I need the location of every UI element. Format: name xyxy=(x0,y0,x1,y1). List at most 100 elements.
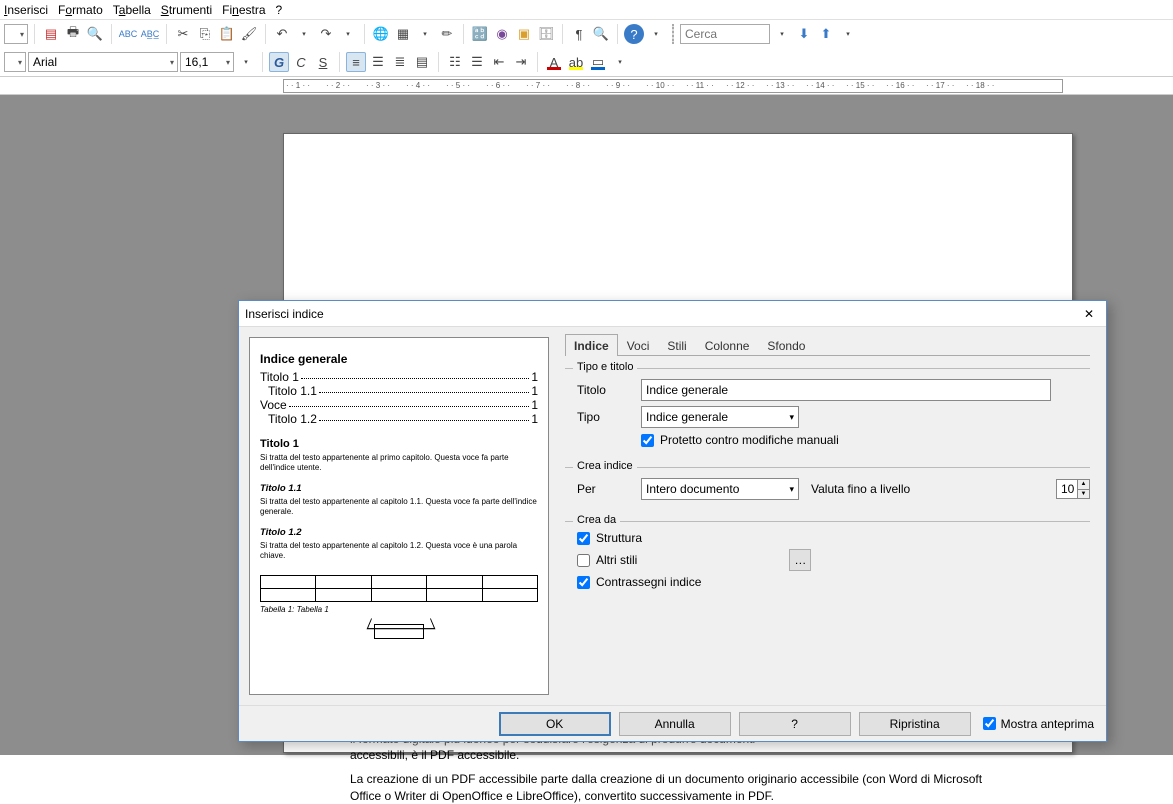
style-dropdown[interactable] xyxy=(4,52,26,72)
preview-document: Indice generale Titolo 11Titolo 1.11Voce… xyxy=(249,337,549,695)
pdf-icon[interactable]: ▤ xyxy=(41,24,61,44)
tab-stili[interactable]: Stili xyxy=(658,334,695,356)
table-grid-icon[interactable]: ▦ xyxy=(393,24,413,44)
ok-button[interactable]: OK xyxy=(499,712,611,736)
paste-icon[interactable]: 📋 xyxy=(217,24,237,44)
nonprinting-icon[interactable]: ¶ xyxy=(569,24,589,44)
input-titolo[interactable] xyxy=(641,379,1051,401)
menu-bar: IInseriscinserisci Formato Tabella Strum… xyxy=(0,0,1173,20)
font-dropdown[interactable]: Arial xyxy=(28,52,178,72)
label-altri-stili: Altri stili xyxy=(596,553,637,567)
underline-button[interactable]: S xyxy=(313,52,333,72)
decrease-indent-icon[interactable]: ⇤ xyxy=(489,52,509,72)
help-button[interactable]: ? xyxy=(739,712,851,736)
search-down-icon[interactable]: ⬇ xyxy=(794,24,814,44)
ruler-tick: · · 17 · · xyxy=(926,81,954,90)
navigator-icon[interactable]: ◉ xyxy=(492,24,512,44)
preview-h1-text: Si tratta del testo appartenente al prim… xyxy=(260,453,538,473)
hyperlink-icon[interactable]: 🌐 xyxy=(371,24,391,44)
align-justify-icon[interactable]: ▤ xyxy=(412,52,432,72)
ruler-tick: · · 11 · · xyxy=(686,81,714,90)
table-dropdown-icon[interactable]: ▾ xyxy=(415,24,435,44)
preview-toc-line: Voce1 xyxy=(260,398,538,412)
checkbox-contrassegni[interactable] xyxy=(577,576,590,589)
numbered-list-icon[interactable]: ☷ xyxy=(445,52,465,72)
preview-image-placeholder xyxy=(374,624,424,639)
align-center-icon[interactable]: ☰ xyxy=(368,52,388,72)
button-altri-stili-ellipsis[interactable]: … xyxy=(789,549,811,571)
cut-icon[interactable]: ✂ xyxy=(173,24,193,44)
toolbar-menu-icon[interactable]: ▾ xyxy=(838,24,858,44)
checkbox-protetto[interactable] xyxy=(641,434,654,447)
size-dropdown[interactable]: 16,1 xyxy=(180,52,234,72)
undo-dropdown-icon[interactable]: ▾ xyxy=(294,24,314,44)
dialog-button-bar: OK Annulla ? Ripristina Mostra anteprima xyxy=(239,705,1106,741)
document-workspace: il formato digitale più idoneo per soddi… xyxy=(0,95,1173,755)
tab-sfondo[interactable]: Sfondo xyxy=(758,334,814,356)
search-up-icon[interactable]: ⬆ xyxy=(816,24,836,44)
gallery-icon[interactable]: ▣ xyxy=(514,24,534,44)
settings-pane: Indice Voci Stili Colonne Sfondo Tipo e … xyxy=(559,327,1106,705)
redo-dropdown-icon[interactable]: ▾ xyxy=(338,24,358,44)
select-per[interactable]: Intero documento xyxy=(641,478,799,500)
menu-table[interactable]: Tabella xyxy=(113,3,151,17)
copy-icon[interactable]: ⎘ xyxy=(195,24,215,44)
datasource-icon[interactable]: 🗄 xyxy=(536,24,556,44)
select-tipo[interactable]: Indice generale xyxy=(641,406,799,428)
menu-format[interactable]: Formato xyxy=(58,3,103,17)
italic-button[interactable]: C xyxy=(291,52,311,72)
checkbox-altri-stili[interactable] xyxy=(577,554,590,567)
preview-h11-text: Si tratta del testo appartenente al capi… xyxy=(260,497,538,517)
search-input[interactable] xyxy=(680,24,770,44)
format-paint-icon[interactable]: 🖌 xyxy=(239,24,259,44)
tab-indice[interactable]: Indice xyxy=(565,334,618,356)
ruler-tick: · · 14 · · xyxy=(806,81,834,90)
preview-table xyxy=(260,575,538,602)
close-icon[interactable]: ✕ xyxy=(1078,303,1100,325)
chevron-up-icon[interactable]: ▲ xyxy=(1077,480,1089,490)
checkbox-mostra-anteprima[interactable] xyxy=(983,717,996,730)
font-color-icon[interactable]: A xyxy=(544,52,564,72)
new-doc-dropdown[interactable] xyxy=(4,24,28,44)
cancel-button[interactable]: Annulla xyxy=(619,712,731,736)
align-right-icon[interactable]: ≣ xyxy=(390,52,410,72)
menu-window[interactable]: Finestra xyxy=(222,3,265,17)
undo-icon[interactable]: ↶ xyxy=(272,24,292,44)
help-dropdown-icon[interactable]: ▾ xyxy=(646,24,666,44)
preview-icon[interactable]: 🔍 xyxy=(85,24,105,44)
tab-voci[interactable]: Voci xyxy=(618,334,659,356)
ruler-tick: · · 12 · · xyxy=(726,81,754,90)
redo-icon[interactable]: ↷ xyxy=(316,24,336,44)
chevron-down-icon[interactable]: ▼ xyxy=(1077,490,1089,499)
reset-button[interactable]: Ripristina xyxy=(859,712,971,736)
horizontal-ruler[interactable]: · · 1 · ·· · 2 · ·· · 3 · ·· · 4 · ·· · … xyxy=(283,79,1063,93)
zoom-icon[interactable]: 🔍 xyxy=(591,24,611,44)
dialog-titlebar[interactable]: Inserisci indice ✕ xyxy=(239,301,1106,327)
size-dropdown-icon[interactable]: ▾ xyxy=(236,52,256,72)
ruler-tick: · · 4 · · xyxy=(406,81,430,90)
ruler-tick: · · 9 · · xyxy=(606,81,630,90)
align-left-icon[interactable]: ≡ xyxy=(346,52,366,72)
group-crea-indice: Crea indice Per Intero documento Valuta … xyxy=(565,467,1090,509)
search-dropdown-icon[interactable]: ▾ xyxy=(772,24,792,44)
spinner-level[interactable]: 10 ▲▼ xyxy=(1056,479,1090,499)
increase-indent-icon[interactable]: ⇥ xyxy=(511,52,531,72)
menu-tools[interactable]: Strumenti xyxy=(161,3,212,17)
doc-line-3: La creazione di un PDF accessibile parte… xyxy=(350,771,990,803)
menu-help[interactable]: ? xyxy=(276,3,283,17)
find-icon[interactable]: 🔡 xyxy=(470,24,490,44)
toolbars: ▤ 🖶 🔍 ABC AB̲C̲ ✂ ⎘ 📋 🖌 ↶ ▾ ↷ ▾ 🌐 ▦ ▾ ✏ … xyxy=(0,20,1173,77)
menu-insert[interactable]: IInseriscinserisci xyxy=(4,3,48,17)
highlight-icon[interactable]: ab xyxy=(566,52,586,72)
autospell-icon[interactable]: AB̲C̲ xyxy=(140,24,160,44)
bold-button[interactable]: G xyxy=(269,52,289,72)
background-color-icon[interactable]: ▭ xyxy=(588,52,608,72)
toolbar2-menu-icon[interactable]: ▾ xyxy=(610,52,630,72)
draw-icon[interactable]: ✏ xyxy=(437,24,457,44)
print-icon[interactable]: 🖶 xyxy=(63,24,83,44)
bullet-list-icon[interactable]: ☰ xyxy=(467,52,487,72)
help-icon[interactable]: ? xyxy=(624,24,644,44)
spellcheck-icon[interactable]: ABC xyxy=(118,24,138,44)
tab-colonne[interactable]: Colonne xyxy=(696,334,759,356)
checkbox-struttura[interactable] xyxy=(577,532,590,545)
